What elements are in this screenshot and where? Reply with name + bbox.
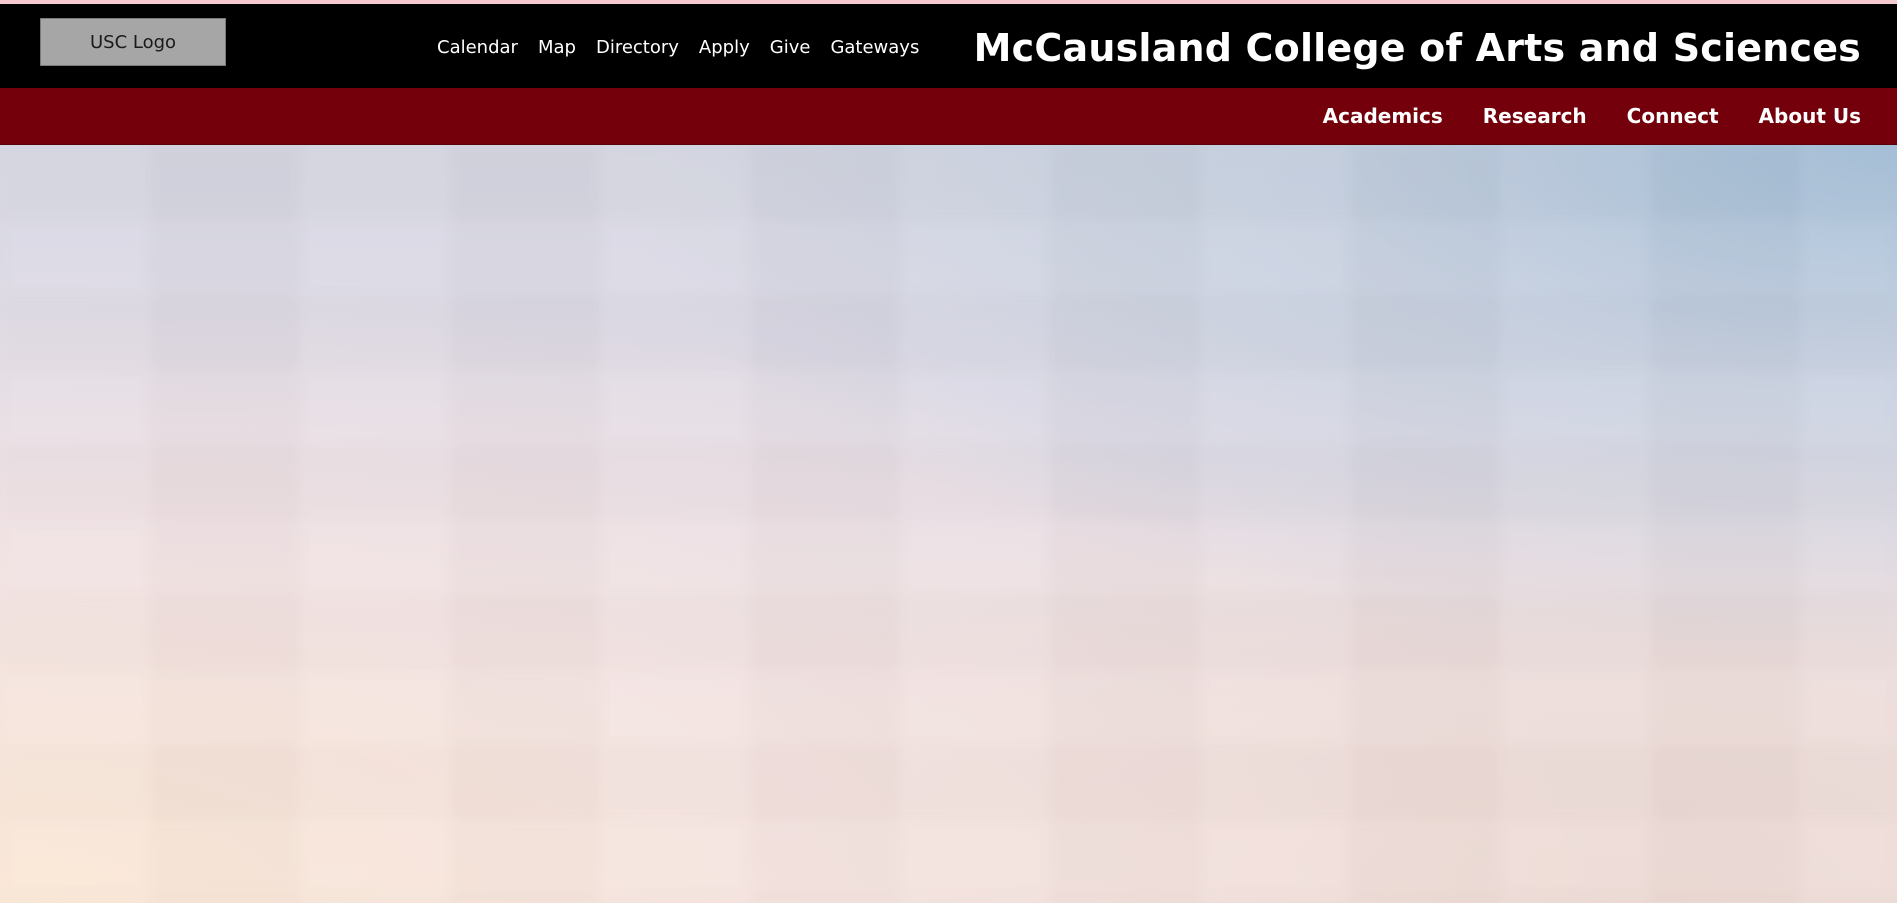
utility-link-directory[interactable]: Directory	[596, 37, 679, 58]
utility-link-map[interactable]: Map	[538, 37, 576, 58]
main-nav-research[interactable]: Research	[1483, 104, 1587, 128]
hero-background-image	[0, 145, 1897, 903]
utility-link-calendar[interactable]: Calendar	[437, 37, 518, 58]
hero-blur-texture	[0, 145, 1897, 903]
utility-link-apply[interactable]: Apply	[699, 37, 750, 58]
site-header: USC Logo Calendar Map Directory Apply Gi…	[0, 4, 1897, 88]
main-nav-list: Academics Research Connect About Us	[1283, 88, 1861, 144]
site-title: McCausland College of Arts and Sciences	[973, 26, 1861, 70]
main-nav-connect[interactable]: Connect	[1627, 104, 1719, 128]
usc-logo-link[interactable]: USC Logo	[40, 18, 226, 66]
utility-link-gateways[interactable]: Gateways	[830, 37, 919, 58]
main-nav: Academics Research Connect About Us	[0, 88, 1897, 145]
utility-nav: Calendar Map Directory Apply Give Gatewa…	[437, 33, 939, 61]
page: USC Logo Calendar Map Directory Apply Gi…	[0, 0, 1897, 903]
utility-link-give[interactable]: Give	[770, 37, 811, 58]
main-nav-about-us[interactable]: About Us	[1759, 104, 1861, 128]
main-nav-academics[interactable]: Academics	[1323, 104, 1443, 128]
